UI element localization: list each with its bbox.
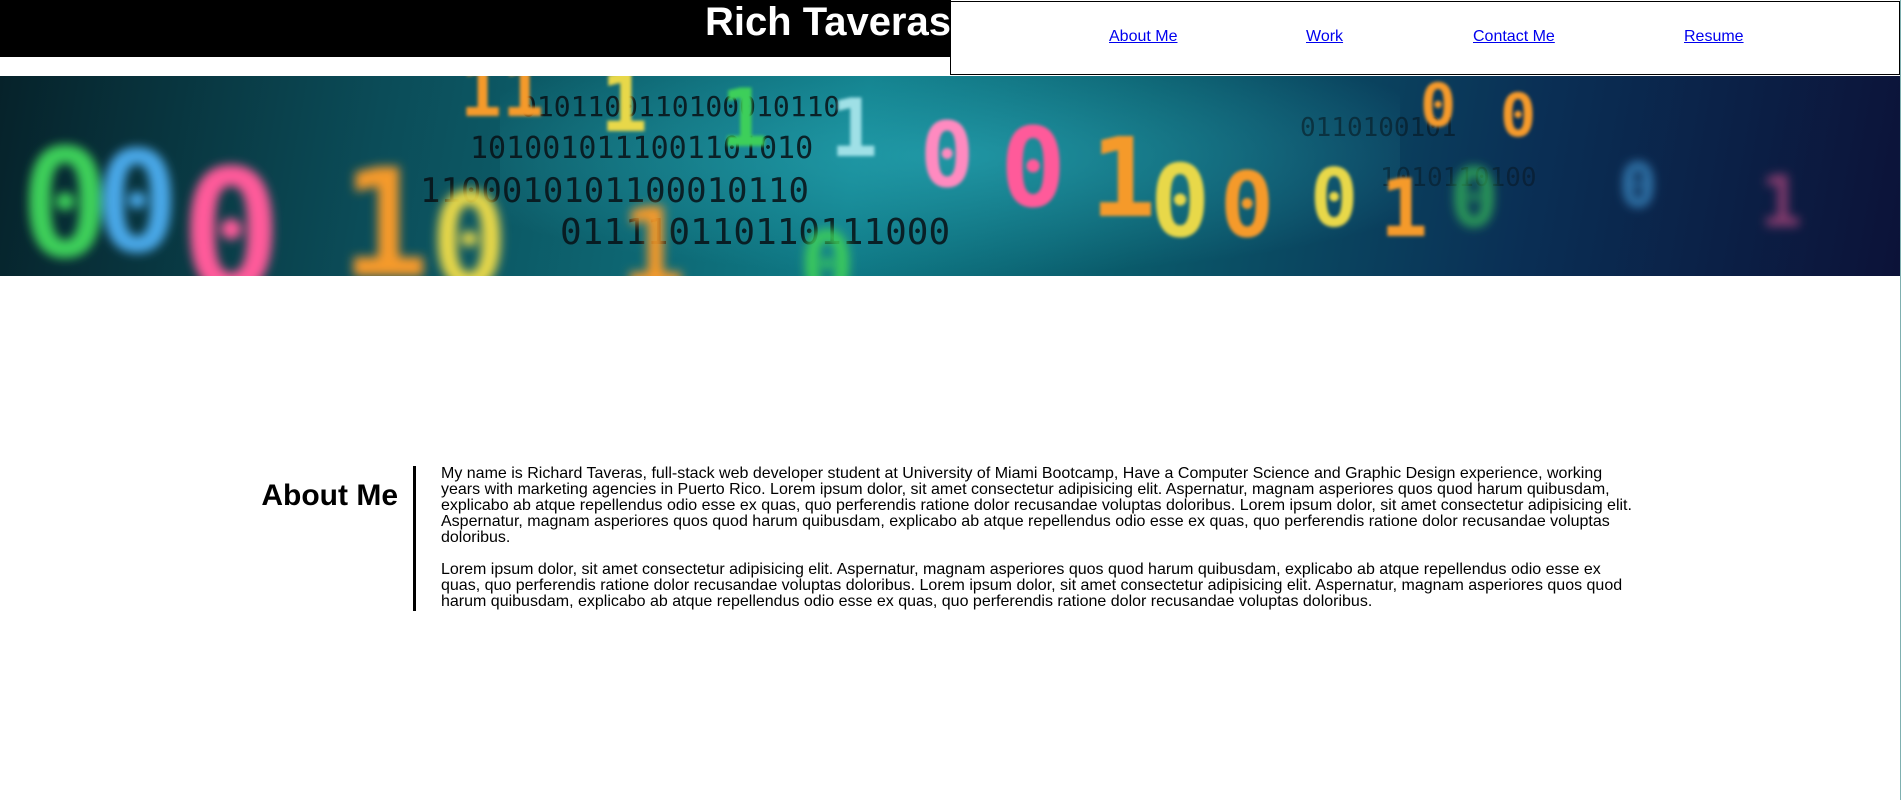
about-paragraph: My name is Richard Taveras, full-stack w… bbox=[441, 465, 1632, 546]
svg-text:1: 1 bbox=[600, 76, 648, 150]
nav-link-resume[interactable]: Resume bbox=[1684, 28, 1744, 46]
site-title: Rich Taveras bbox=[704, 0, 951, 44]
svg-text:1: 1 bbox=[1380, 162, 1428, 255]
about-paragraph: Lorem ipsum dolor, sit amet consectetur … bbox=[441, 561, 1623, 610]
svg-text:0101100110100010110: 0101100110100010110 bbox=[520, 90, 840, 123]
svg-text:11: 11 bbox=[460, 76, 544, 133]
brand-bar: Rich Taveras bbox=[0, 0, 951, 57]
svg-text:0: 0 bbox=[1310, 152, 1358, 245]
svg-text:0: 0 bbox=[1500, 81, 1536, 151]
svg-text:0: 0 bbox=[180, 134, 282, 276]
about-body: My name is Richard Taveras, full-stack w… bbox=[441, 466, 1639, 626]
svg-text:0: 0 bbox=[1000, 104, 1066, 232]
svg-text:0: 0 bbox=[95, 122, 179, 276]
svg-text:011110110110111000: 011110110110111000 bbox=[560, 212, 950, 253]
svg-text:1: 1 bbox=[830, 82, 878, 175]
hero-banner: 0101100110100010110 1010010111001101010 … bbox=[0, 76, 1900, 276]
svg-text:0: 0 bbox=[1620, 151, 1656, 221]
svg-text:1: 1 bbox=[720, 76, 768, 165]
right-edge-line bbox=[1900, 0, 1901, 800]
svg-text:0: 0 bbox=[430, 165, 508, 276]
svg-text:0: 0 bbox=[1450, 152, 1498, 245]
nav-link-work[interactable]: Work bbox=[1306, 28, 1343, 46]
svg-text:0: 0 bbox=[1420, 76, 1456, 141]
nav-link-contact-me[interactable]: Contact Me bbox=[1473, 28, 1555, 46]
nav-link-about-me[interactable]: About Me bbox=[1109, 28, 1177, 46]
svg-text:0: 0 bbox=[800, 213, 854, 276]
svg-text:1: 1 bbox=[340, 138, 430, 276]
svg-text:0: 0 bbox=[1150, 143, 1210, 260]
svg-text:1: 1 bbox=[620, 184, 686, 276]
svg-text:1: 1 bbox=[1760, 161, 1802, 243]
svg-text:0: 0 bbox=[1220, 153, 1274, 258]
about-divider bbox=[413, 466, 416, 611]
svg-text:0: 0 bbox=[920, 103, 974, 208]
main-nav: About Me Work Contact Me Resume bbox=[950, 1, 1900, 75]
site-header: Rich Taveras About Me Work Contact Me Re… bbox=[0, 0, 1902, 76]
svg-text:1: 1 bbox=[1090, 114, 1156, 242]
about-section: About Me My name is Richard Taveras, ful… bbox=[0, 466, 1902, 611]
page: Rich Taveras About Me Work Contact Me Re… bbox=[0, 0, 1902, 800]
binary-code-banner-image: 0101100110100010110 1010010111001101010 … bbox=[20, 76, 1802, 276]
about-heading: About Me bbox=[261, 479, 398, 512]
